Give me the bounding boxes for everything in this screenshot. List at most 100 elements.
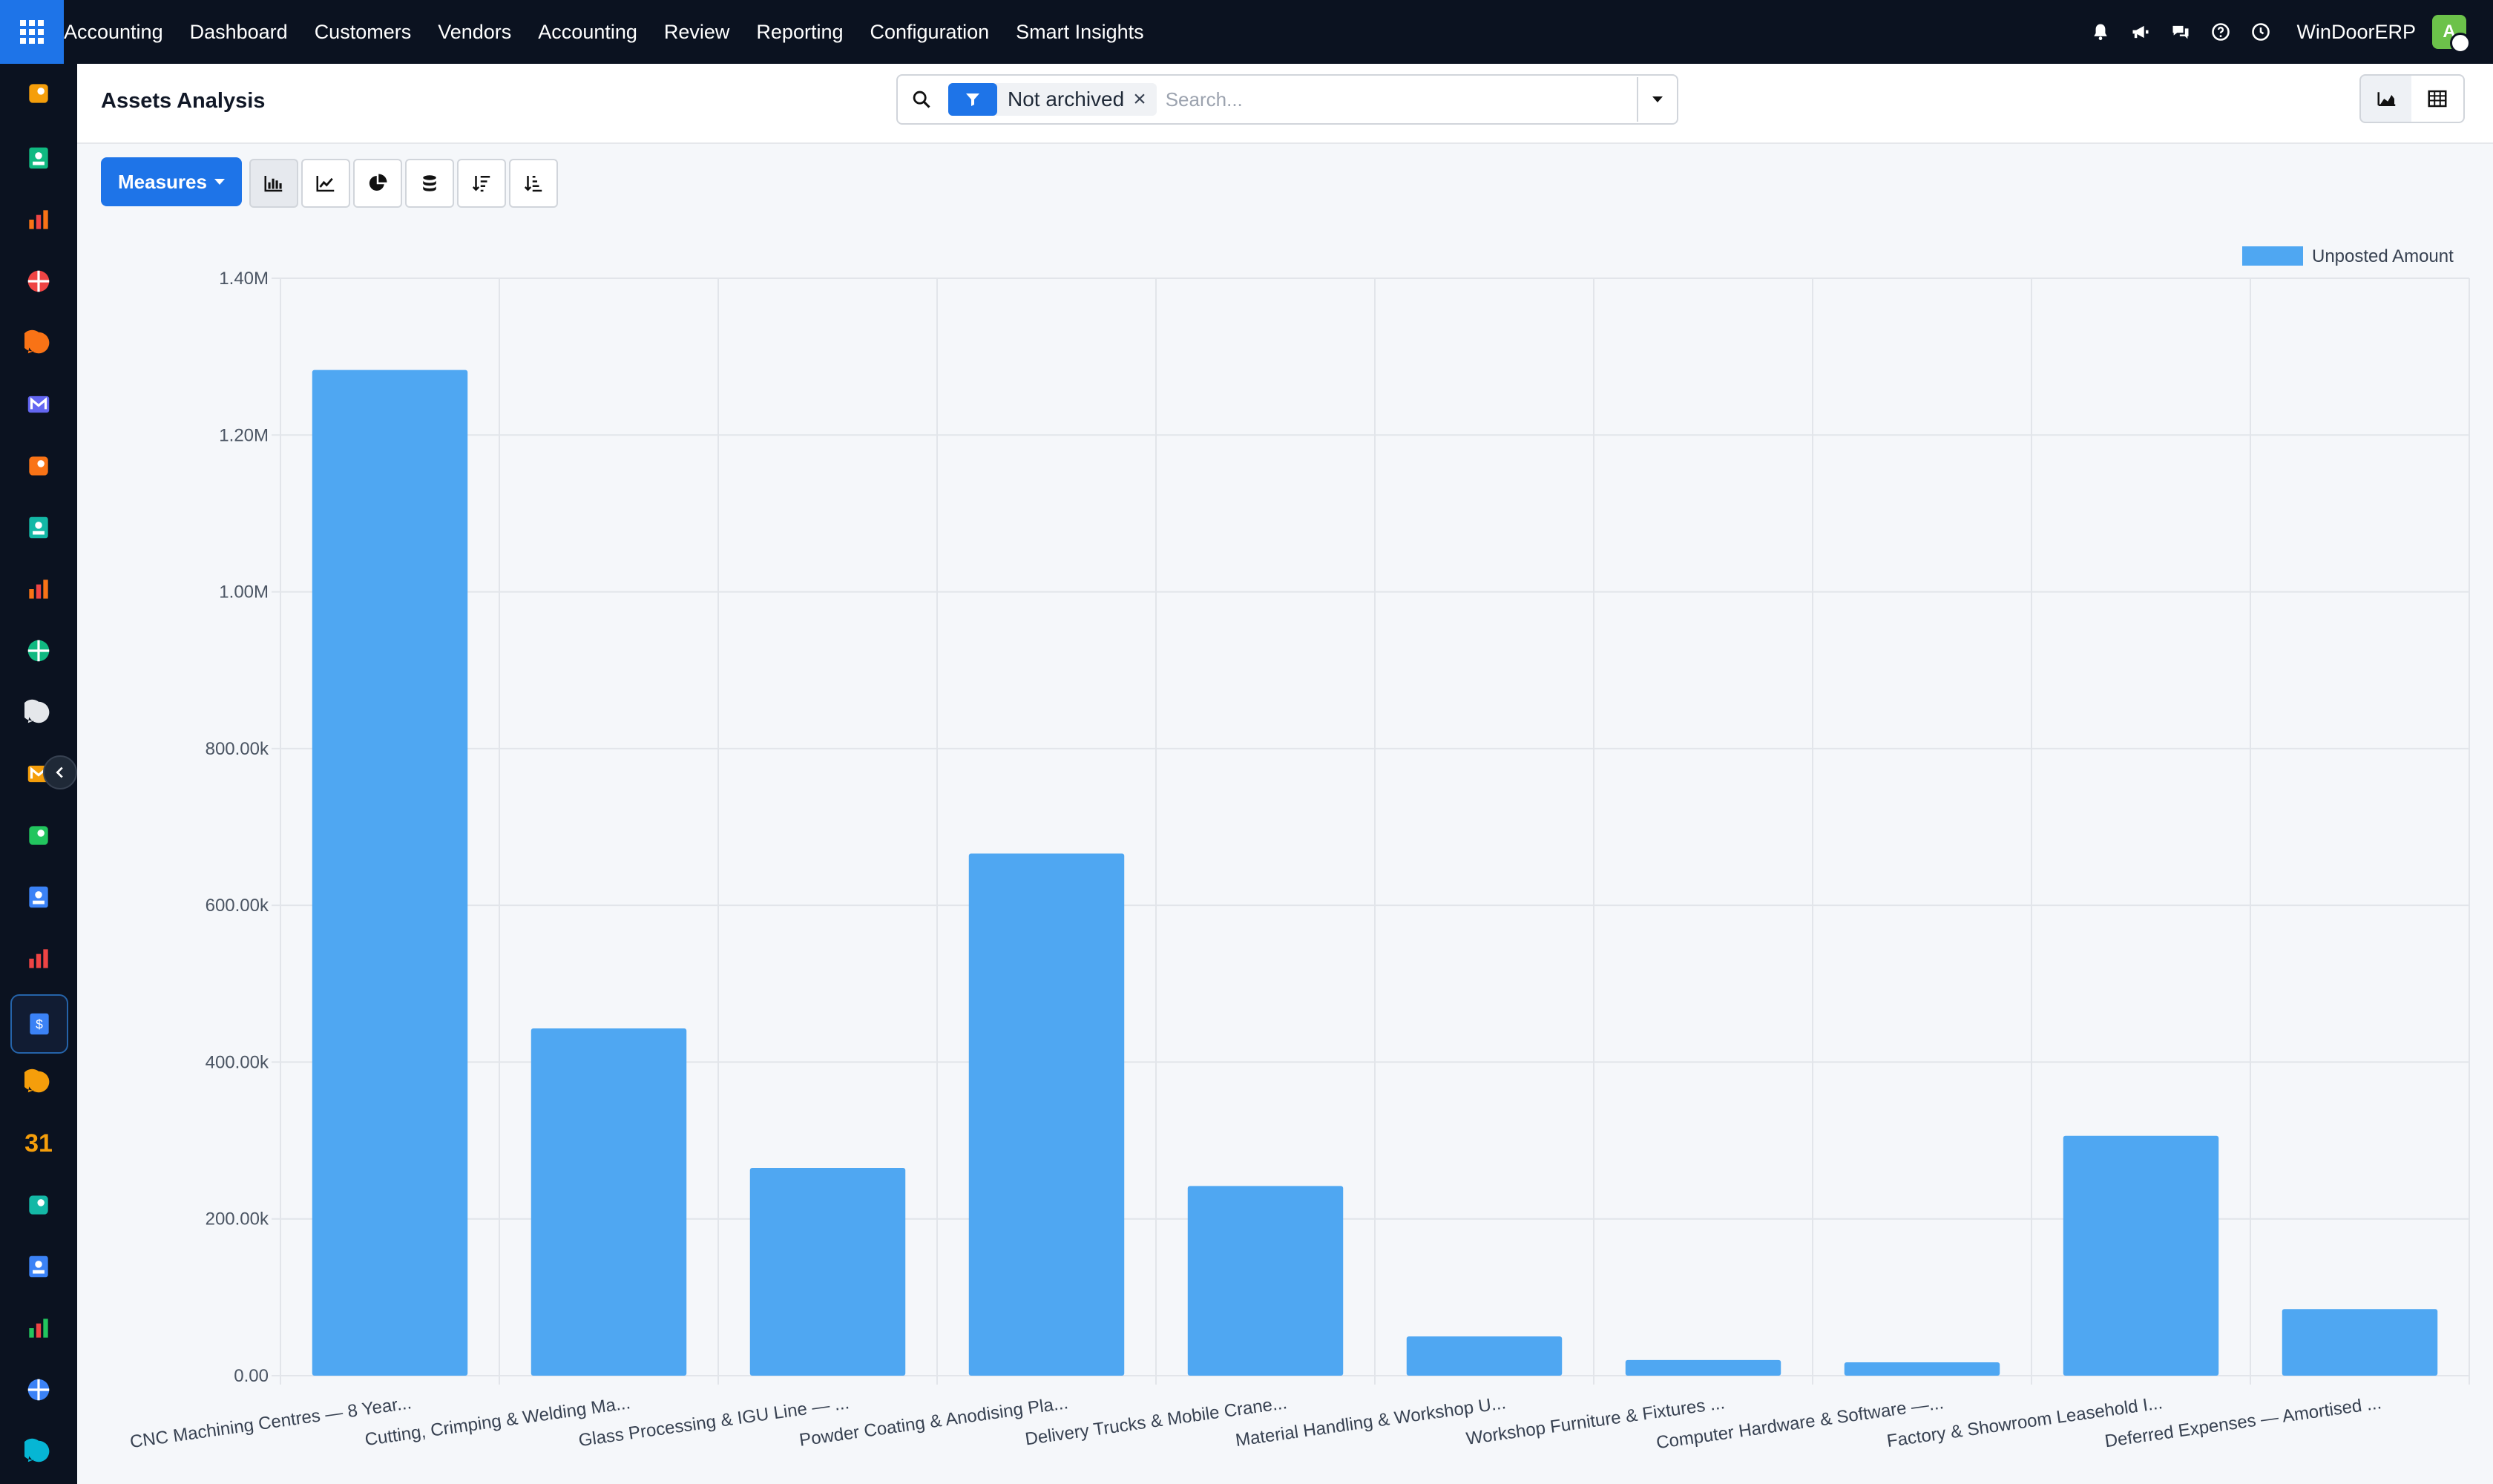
svg-text:$: $ xyxy=(36,1017,43,1031)
calendar-day-label: 31 xyxy=(24,1129,53,1158)
app-employees-icon[interactable] xyxy=(22,634,55,667)
top-navbar: Accounting Dashboard Customers Vendors A… xyxy=(0,0,2493,64)
sort-descending-button[interactable] xyxy=(457,159,506,208)
app-purchase-icon[interactable] xyxy=(22,942,55,975)
y-tick-label: 800.00k xyxy=(206,739,269,759)
app-accounting-icon[interactable]: $ xyxy=(10,994,68,1054)
y-tick-label: 200.00k xyxy=(206,1209,269,1229)
menu-configuration[interactable]: Configuration xyxy=(857,0,1003,64)
search-bar: Not archived × xyxy=(896,74,1678,125)
app-calendar-icon[interactable]: 31 xyxy=(22,1127,55,1160)
bar xyxy=(2063,1135,2219,1376)
chat-icon[interactable] xyxy=(2169,20,2193,44)
search-facet: Not archived × xyxy=(948,83,1157,116)
app-contacts-icon[interactable] xyxy=(22,142,55,174)
app-inventory-icon[interactable] xyxy=(22,696,55,729)
app-sign-icon[interactable] xyxy=(22,511,55,544)
bar xyxy=(312,370,468,1376)
menu-app-name[interactable]: Accounting xyxy=(64,0,177,64)
bar xyxy=(749,1168,906,1376)
company-switcher[interactable]: WinDoorERP xyxy=(2296,21,2416,44)
line-chart-icon xyxy=(316,176,335,192)
app-reporting-icon[interactable] xyxy=(22,203,55,236)
bar xyxy=(1625,1359,1781,1376)
app-helpdesk-icon[interactable] xyxy=(22,450,55,482)
graph-view: 0.00 200.00k 400.00k 600.00k 800.00k 1.00M 1.2… xyxy=(77,223,2493,1484)
facet-label: Not archived xyxy=(1008,88,1125,111)
help-icon[interactable] xyxy=(2209,20,2233,44)
view-graph-button[interactable] xyxy=(2359,74,2414,123)
menu-accounting[interactable]: Accounting xyxy=(525,0,651,64)
app-mail-icon[interactable] xyxy=(22,388,55,421)
menu-review[interactable]: Review xyxy=(651,0,743,64)
bar xyxy=(968,853,1125,1376)
clock-icon[interactable] xyxy=(2249,20,2273,44)
y-tick-label: 400.00k xyxy=(206,1052,269,1072)
app-studio-icon[interactable] xyxy=(22,1189,55,1221)
caret-down-icon xyxy=(1652,96,1663,102)
y-tick-label: 1.00M xyxy=(219,582,269,603)
bell-icon[interactable] xyxy=(2089,20,2112,44)
stacked-button[interactable] xyxy=(405,159,454,208)
menu-vendors[interactable]: Vendors xyxy=(424,0,525,64)
legend-label: Unposted Amount xyxy=(2312,246,2454,266)
app-website-icon[interactable] xyxy=(22,1435,55,1468)
search-input[interactable] xyxy=(1163,80,1637,119)
bar xyxy=(1844,1362,2000,1376)
bar xyxy=(1406,1336,1563,1376)
legend-swatch xyxy=(2242,246,2303,266)
pie-chart-icon xyxy=(369,174,387,191)
table-icon xyxy=(2428,90,2447,108)
y-tick-label: 600.00k xyxy=(206,896,269,916)
area-chart-icon xyxy=(2377,92,2396,106)
app-project-icon[interactable] xyxy=(22,819,55,852)
apps-menu-button[interactable] xyxy=(0,0,64,64)
bar xyxy=(1187,1186,1344,1376)
app-livechat-icon[interactable] xyxy=(22,326,55,359)
pie-chart-button[interactable] xyxy=(353,159,402,208)
systray: WinDoorERP A xyxy=(2089,0,2471,64)
page-title: Assets Analysis xyxy=(101,89,266,113)
bar-chart: 0.00 200.00k 400.00k 600.00k 800.00k 1.00M 1.2… xyxy=(128,246,2470,1453)
app-timer-icon[interactable] xyxy=(22,1373,55,1406)
grid-icon xyxy=(20,20,44,44)
bar xyxy=(2282,1309,2438,1376)
measures-dropdown-button[interactable]: Measures xyxy=(101,157,242,206)
sort-ascending-button[interactable] xyxy=(509,159,558,208)
search-options-toggle[interactable] xyxy=(1637,77,1677,122)
y-tick-label: 1.40M xyxy=(219,269,269,289)
y-tick-label: 1.20M xyxy=(219,425,269,445)
menu-reporting[interactable]: Reporting xyxy=(743,0,856,64)
filter-icon xyxy=(948,83,997,116)
app-dashboards-icon[interactable] xyxy=(22,1250,55,1283)
caret-down-icon xyxy=(214,179,225,185)
menu-customers[interactable]: Customers xyxy=(301,0,425,64)
stacked-icon xyxy=(423,175,436,191)
main-menu: Accounting Dashboard Customers Vendors A… xyxy=(64,0,1157,64)
measures-label: Measures xyxy=(118,170,207,193)
bar-chart-button[interactable] xyxy=(249,159,298,208)
chevron-left-icon xyxy=(56,766,63,778)
app-discuss-icon[interactable] xyxy=(22,77,55,110)
user-avatar[interactable]: A xyxy=(2432,15,2471,53)
presence-dot xyxy=(2450,33,2471,53)
menu-dashboard[interactable]: Dashboard xyxy=(177,0,301,64)
line-chart-button[interactable] xyxy=(301,159,350,208)
search-icon[interactable] xyxy=(898,77,945,122)
app-whatsapp-icon[interactable] xyxy=(22,1312,55,1345)
sort-asc-icon xyxy=(524,176,542,192)
app-analytics-icon[interactable] xyxy=(22,265,55,298)
app-knowledge-icon[interactable] xyxy=(22,881,55,913)
bar-chart-icon xyxy=(264,176,283,192)
view-pivot-button[interactable] xyxy=(2411,74,2465,123)
facet-remove-icon[interactable]: × xyxy=(1133,87,1157,112)
megaphone-icon[interactable] xyxy=(2129,20,2152,44)
y-tick-label: 0.00 xyxy=(234,1366,269,1386)
menu-smart-insights[interactable]: Smart Insights xyxy=(1002,0,1157,64)
sort-desc-icon xyxy=(472,176,490,192)
control-panel: Assets Analysis Not archived × xyxy=(77,64,2493,144)
app-spreadsheet-icon[interactable] xyxy=(22,573,55,605)
bar xyxy=(531,1028,687,1376)
app-crm-icon[interactable] xyxy=(22,1066,55,1098)
sidebar-collapse-button[interactable] xyxy=(43,755,77,789)
